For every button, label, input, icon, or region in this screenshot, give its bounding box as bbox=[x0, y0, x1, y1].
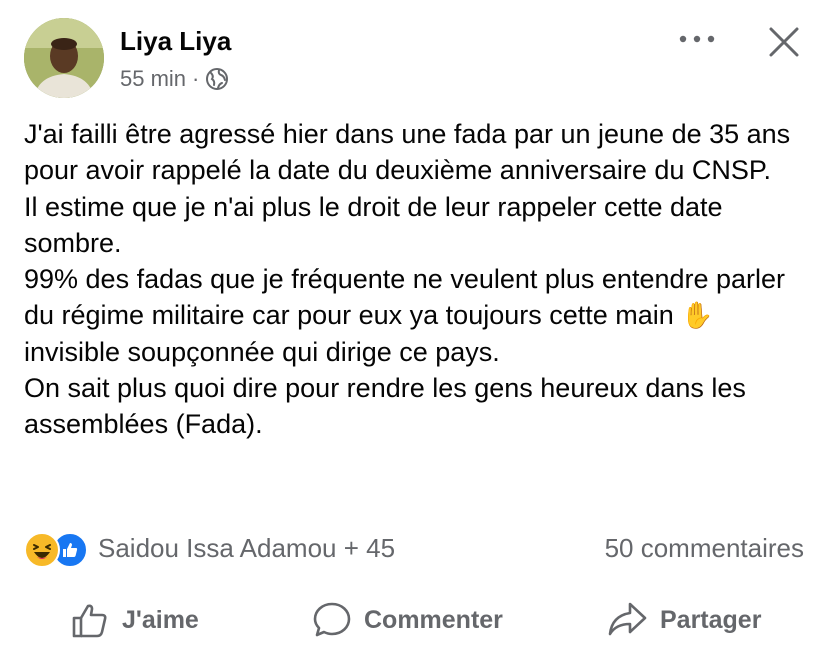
meta-separator: · bbox=[192, 66, 200, 91]
like-label: J'aime bbox=[122, 605, 199, 634]
post-text: invisible soupçonnée qui dirige ce pays. bbox=[24, 336, 500, 367]
post-text: 99% des fadas que je fréquente ne veulen… bbox=[24, 264, 786, 331]
post-paragraph: 99% des fadas que je fréquente ne veulen… bbox=[24, 261, 814, 370]
post-body: J'ai failli être agressé hier dans une f… bbox=[24, 116, 814, 443]
post-header: Liya Liya 55 min · bbox=[0, 0, 828, 110]
post-paragraph: Il estime que je n'ai plus le droit de l… bbox=[24, 191, 723, 258]
more-horizontal-icon[interactable] bbox=[672, 22, 722, 56]
reactions-bar: Saidou Issa Adamou + 45 50 commentaires bbox=[24, 528, 804, 568]
share-arrow-icon bbox=[606, 600, 648, 640]
raised-hand-emoji: ✋ bbox=[681, 300, 714, 331]
haha-icon bbox=[24, 532, 60, 568]
post-paragraph: J'ai failli être agressé hier dans une f… bbox=[24, 119, 791, 186]
comment-bubble-icon bbox=[312, 600, 352, 640]
comment-button[interactable]: Commenter bbox=[312, 598, 503, 642]
post-paragraph: On sait plus quoi dire pour rendre les g… bbox=[24, 373, 746, 440]
like-button[interactable]: J'aime bbox=[70, 598, 199, 642]
post-meta: 55 min · bbox=[120, 66, 229, 92]
comment-count[interactable]: 50 commentaires bbox=[605, 533, 804, 564]
avatar[interactable] bbox=[24, 18, 104, 98]
close-icon[interactable] bbox=[760, 18, 808, 66]
share-button[interactable]: Partager bbox=[606, 598, 761, 642]
comment-label: Commenter bbox=[364, 605, 503, 634]
author-name[interactable]: Liya Liya bbox=[120, 26, 231, 57]
post-actions: J'aime Commenter Partager bbox=[0, 590, 828, 650]
reactions-summary[interactable]: Saidou Issa Adamou + 45 bbox=[98, 533, 395, 564]
globe-icon[interactable] bbox=[205, 67, 229, 91]
share-label: Partager bbox=[660, 605, 762, 634]
reaction-icons[interactable] bbox=[24, 532, 94, 568]
thumbs-up-icon bbox=[70, 600, 110, 640]
post-time[interactable]: 55 min bbox=[120, 66, 186, 92]
